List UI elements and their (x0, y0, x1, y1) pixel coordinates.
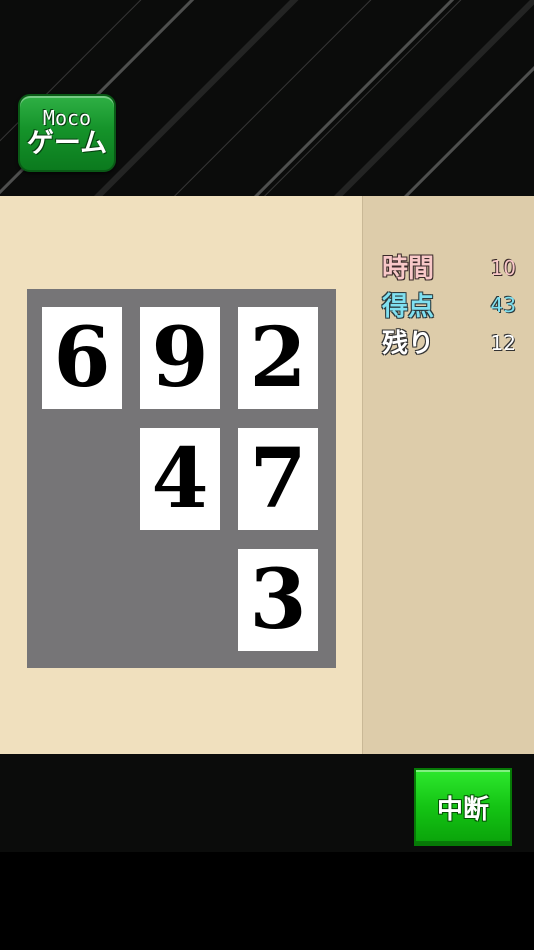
remaining-value: 12 (490, 331, 516, 355)
score-value: 43 (490, 293, 516, 317)
score-label: 得点 (382, 292, 435, 322)
time-value: 10 (490, 256, 516, 280)
tile-7[interactable]: 7 (238, 428, 318, 530)
puzzle-board: 6 9 2 4 7 3 (27, 289, 336, 668)
moco-button-line2: ゲーム (26, 128, 108, 159)
remaining-label: 残り (382, 329, 435, 359)
pause-button[interactable]: 中断 (414, 768, 512, 846)
tile-2[interactable]: 2 (238, 307, 318, 409)
tile-3[interactable]: 3 (238, 549, 318, 651)
moco-button-line1: Moco (42, 106, 92, 130)
tile-9[interactable]: 9 (140, 307, 220, 409)
tile-6[interactable]: 6 (42, 307, 122, 409)
pause-button-label: 中断 (436, 794, 489, 825)
tile-4[interactable]: 4 (140, 428, 220, 530)
time-label: 時間 (382, 254, 435, 284)
moco-game-button[interactable]: Moco ゲーム (18, 94, 116, 172)
bottom-bar (0, 852, 534, 950)
